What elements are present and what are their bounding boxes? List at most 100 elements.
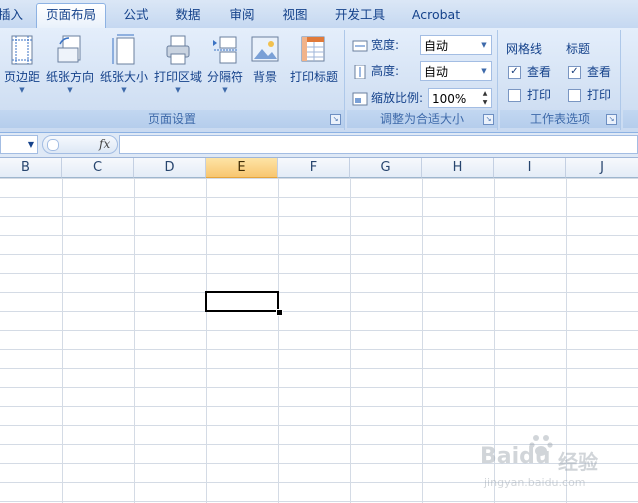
column-header-c[interactable]: C <box>62 158 134 178</box>
insert-function-icon[interactable]: fx <box>99 136 110 153</box>
breaks-icon <box>213 36 238 64</box>
watermark-brand: Baidu <box>480 444 551 469</box>
checkbox-empty-icon[interactable] <box>508 89 521 102</box>
width-icon <box>352 40 368 51</box>
tab-developer[interactable]: 开发工具 <box>328 4 392 27</box>
paper-size-label: 纸张大小 <box>99 70 148 84</box>
chevron-down-icon: ▼ <box>67 86 73 94</box>
fill-handle[interactable] <box>276 309 283 316</box>
headings-print-label: 打印 <box>587 88 612 102</box>
tab-formulas[interactable]: 公式 <box>116 4 156 27</box>
width-select[interactable]: 自动 ▼ <box>420 35 492 55</box>
paper-size-icon <box>112 34 135 65</box>
column-header-g[interactable]: G <box>350 158 422 178</box>
tab-page-layout[interactable]: 页面布局 <box>36 3 106 28</box>
scale-spinner[interactable]: 100% ▲ ▼ <box>428 88 492 108</box>
ribbon-tab-bar: 插入 页面布局 公式 数据 审阅 视图 开发工具 Acrobat <box>0 0 638 29</box>
print-area-label: 打印区域 <box>153 70 202 84</box>
chevron-down-icon: ▼ <box>222 86 228 94</box>
formula-buttons: fx <box>42 135 118 154</box>
background-label: 背景 <box>252 70 277 84</box>
breaks-label: 分隔符 <box>206 70 243 84</box>
column-header-h[interactable]: H <box>422 158 494 178</box>
height-row: 高度: <box>352 60 399 82</box>
tab-acrobat[interactable]: Acrobat <box>405 4 467 27</box>
sheet-options-group: 网格线 标题 ✓ 查看 ✓ 查看 打印 打印 工作表选项 ↘ <box>500 30 621 130</box>
column-header-j[interactable]: J <box>566 158 638 178</box>
scale-row: 缩放比例: <box>352 87 423 109</box>
print-titles-label: 打印标题 <box>289 70 338 84</box>
width-label: 宽度: <box>371 38 400 52</box>
chevron-down-icon[interactable]: ▼ <box>477 62 491 80</box>
print-area-button[interactable]: 打印区域 ▼ <box>152 34 204 104</box>
column-header-f[interactable]: F <box>278 158 350 178</box>
ribbon: 页边距 ▼ 纸张方向 ▼ 纸张大小 ▼ 打印区域 ▼ 分隔符 ▼ 背景 打印标题… <box>0 28 638 133</box>
chevron-down-icon: ▼ <box>121 86 127 94</box>
arrange-group-partial <box>623 30 638 130</box>
background-icon <box>251 36 279 62</box>
active-cell-e7[interactable] <box>205 291 279 312</box>
background-button[interactable]: 背景 <box>248 34 282 104</box>
headings-heading: 标题 <box>566 42 591 56</box>
margins-button[interactable]: 页边距 ▼ <box>2 34 42 104</box>
name-box[interactable]: ▼ <box>0 135 38 154</box>
baidu-watermark: Baidu 经验 jingyan.baidu.com <box>480 432 630 496</box>
tab-review[interactable]: 审阅 <box>222 4 262 27</box>
scale-to-fit-dialog-launcher[interactable]: ↘ <box>483 114 494 125</box>
formula-bar: ▼ fx <box>0 133 638 158</box>
gridlines-print-label: 打印 <box>527 88 552 102</box>
spin-arrows-icon[interactable]: ▲ ▼ <box>479 89 491 107</box>
gridlines-view-checkbox[interactable]: ✓ 查看 <box>508 61 551 83</box>
scale-to-fit-group-title: 调整为合适大小 <box>347 110 497 128</box>
scale-value: 100% <box>432 92 467 106</box>
orientation-icon <box>57 35 81 63</box>
watermark-suffix: 经验 <box>558 450 598 474</box>
column-header-e[interactable]: E <box>206 158 278 178</box>
checkbox-checked-icon[interactable]: ✓ <box>568 66 581 79</box>
column-header-d[interactable]: D <box>134 158 206 178</box>
tab-view[interactable]: 视图 <box>275 4 315 27</box>
chevron-down-icon: ▼ <box>175 86 181 94</box>
chevron-down-icon[interactable]: ▼ <box>28 140 34 149</box>
height-select[interactable]: 自动 ▼ <box>420 61 492 81</box>
page-setup-dialog-launcher[interactable]: ↘ <box>330 114 341 125</box>
width-value: 自动 <box>424 39 449 53</box>
gridlines-view-label: 查看 <box>527 65 552 79</box>
print-area-icon <box>166 35 190 65</box>
watermark-url: jingyan.baidu.com <box>484 476 586 489</box>
checkbox-empty-icon[interactable] <box>568 89 581 102</box>
headings-view-checkbox[interactable]: ✓ 查看 <box>568 61 611 83</box>
formula-input[interactable] <box>119 135 638 154</box>
headings-print-checkbox[interactable]: 打印 <box>568 84 611 106</box>
print-titles-button[interactable]: 打印标题 <box>286 34 342 104</box>
margins-icon <box>11 35 33 65</box>
sheet-options-group-title: 工作表选项 <box>500 110 620 128</box>
orientation-button[interactable]: 纸张方向 ▼ <box>44 34 96 104</box>
print-titles-icon <box>301 36 325 62</box>
breaks-button[interactable]: 分隔符 ▼ <box>205 34 245 104</box>
width-row: 宽度: <box>352 34 399 56</box>
arrange-group-title <box>623 110 638 128</box>
height-value: 自动 <box>424 65 449 79</box>
collapse-handle-icon[interactable] <box>47 139 59 151</box>
height-icon <box>354 64 366 79</box>
scale-icon <box>352 92 368 105</box>
gridlines-heading: 网格线 <box>506 42 543 56</box>
scale-to-fit-group: 宽度: 自动 ▼ 高度: 自动 ▼ 缩放比例: 100% ▲▼ 调整为合适大小 <box>347 30 498 130</box>
margins-label: 页边距 <box>3 70 40 84</box>
column-header-b[interactable]: B <box>0 158 62 178</box>
height-label: 高度: <box>371 64 400 78</box>
page-setup-group: 页边距 ▼ 纸张方向 ▼ 纸张大小 ▼ 打印区域 ▼ 分隔符 ▼ 背景 打印标题… <box>0 30 345 130</box>
tab-data[interactable]: 数据 <box>168 4 208 27</box>
checkbox-checked-icon[interactable]: ✓ <box>508 66 521 79</box>
tab-insert[interactable]: 插入 <box>0 4 23 27</box>
orientation-label: 纸张方向 <box>45 70 94 84</box>
page-setup-group-title: 页面设置 <box>0 110 344 128</box>
paper-size-button[interactable]: 纸张大小 ▼ <box>98 34 150 104</box>
chevron-down-icon[interactable]: ▼ <box>477 36 491 54</box>
sheet-options-dialog-launcher[interactable]: ↘ <box>606 114 617 125</box>
scale-label: 缩放比例: <box>371 91 424 105</box>
gridlines-print-checkbox[interactable]: 打印 <box>508 84 551 106</box>
chevron-down-icon: ▼ <box>19 86 25 94</box>
column-header-i[interactable]: I <box>494 158 566 178</box>
